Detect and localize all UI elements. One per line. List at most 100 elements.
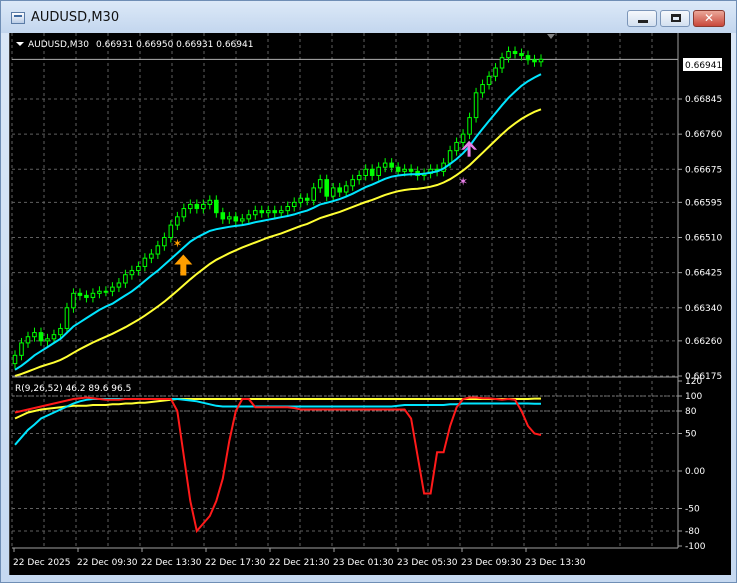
- price-tick-label: 0.66340: [685, 304, 722, 314]
- candle-body-bull: [181, 208, 187, 218]
- candle-body-bear: [389, 162, 394, 168]
- candle-body-bear: [194, 203, 200, 210]
- candle-body-bull: [149, 253, 154, 259]
- title-bar[interactable]: AUDUSD,M30 ✕: [1, 1, 736, 33]
- candle-body-bear: [408, 168, 414, 172]
- candle-body-bull: [317, 179, 323, 189]
- candle-body-bull: [402, 168, 407, 172]
- candle-body-bull: [239, 218, 245, 222]
- candle-body-bear: [259, 210, 265, 214]
- signal-star-marker: ✶: [458, 175, 468, 189]
- candle-body-bear: [395, 166, 401, 172]
- osc-tick-label: 50: [685, 430, 697, 440]
- candle-body-bull: [447, 150, 453, 164]
- close-icon: ✕: [704, 11, 715, 25]
- candle-body-bull: [454, 141, 459, 152]
- osc-tick-label: -100: [685, 542, 706, 552]
- osc-tick-label: 80: [685, 407, 697, 417]
- candle-body-bull: [506, 50, 511, 59]
- candle-body-bear: [304, 197, 310, 201]
- candle-body-bull: [499, 57, 505, 69]
- candle-body-bull: [350, 179, 355, 187]
- candle-body-bull: [32, 332, 37, 338]
- candle-body-bear: [214, 199, 219, 214]
- candle-body-bear: [84, 294, 89, 298]
- candle-body-bull: [363, 168, 368, 176]
- maximize-button[interactable]: [660, 10, 690, 27]
- buy-arrow-stem: [467, 144, 471, 157]
- price-pane[interactable]: ✶✶: [12, 46, 678, 377]
- candle-body-bull: [155, 245, 161, 255]
- time-tick-label: 23 Dec 09:30: [461, 558, 522, 568]
- candle-body-bull: [116, 282, 122, 288]
- candle-body-bear: [525, 55, 531, 61]
- indicator-label: R(9,26,52) 46.2 89.6 96.5: [15, 384, 131, 394]
- price-tick-label: 0.66595: [685, 198, 722, 208]
- oscillator-pane[interactable]: [14, 396, 542, 534]
- close-button[interactable]: ✕: [693, 10, 725, 27]
- chart-area[interactable]: ✶ ✶ 0.66845 0.66760 0.66675 0.66595 0.66510 0.…: [9, 33, 731, 575]
- buy-arrow-icon: [174, 254, 193, 276]
- candle-body-bear: [512, 50, 518, 55]
- time-tick-label: 23 Dec 01:30: [333, 558, 394, 568]
- candle-body-bull: [265, 210, 271, 214]
- candle-body-bull: [162, 237, 167, 247]
- candle-body-bear: [272, 210, 278, 214]
- candle-body-bull: [58, 327, 63, 336]
- candle-body-bull: [298, 197, 304, 203]
- osc-tick-label: -80: [685, 527, 700, 537]
- candle-body-bull: [486, 75, 492, 86]
- candle-body-bull: [64, 307, 70, 329]
- candle-body-bull: [103, 290, 109, 293]
- price-tick-label: 0.66760: [685, 130, 722, 140]
- osc-tick-label: 0.00: [685, 467, 705, 477]
- candle-body-bull: [97, 290, 102, 294]
- candle-body-bull: [207, 199, 213, 205]
- chart-window-icon: [11, 12, 25, 24]
- price-tick-label: 0.66510: [685, 234, 722, 244]
- osc-tick-label: -50: [685, 505, 700, 515]
- fast-ma-line: [14, 73, 542, 371]
- candle-body-bull: [142, 257, 148, 267]
- candle-body-bull: [168, 224, 174, 239]
- window-title: AUDUSD,M30: [31, 10, 120, 25]
- price-tick-label: 0.66845: [685, 95, 722, 105]
- candle-body-bull: [278, 210, 284, 214]
- chart-shift-marker-icon[interactable]: [547, 34, 555, 39]
- candle-body-bull: [460, 133, 466, 143]
- candle-body-bear: [337, 187, 342, 193]
- time-tick-label: 22 Dec 13:30: [141, 558, 202, 568]
- symbol-label: AUDUSD,M30: [28, 40, 89, 50]
- candle-body-bull: [252, 210, 258, 216]
- candle-body-bull: [330, 187, 336, 197]
- price-tick-label: 0.66260: [685, 337, 722, 347]
- candle-body-bull: [343, 185, 349, 193]
- candle-body-bull: [12, 354, 18, 365]
- candle-body-bull: [71, 292, 76, 309]
- osc-tick-label: 120: [685, 377, 702, 387]
- chart-canvas[interactable]: ✶✶ 0.668450.667600.666750.665950.665100.…: [10, 33, 731, 575]
- ohlc-readout: 0.66931 0.66950 0.66931 0.66941: [96, 40, 253, 50]
- candle-body-bull: [188, 203, 193, 210]
- candle-body-bull: [110, 286, 115, 292]
- candle-body-bull: [467, 117, 472, 135]
- candle-body-bull: [90, 292, 96, 298]
- candle-body-bull: [493, 67, 498, 77]
- current-price-label: 0.66941: [685, 61, 722, 71]
- candle-body-bull: [123, 274, 128, 284]
- chart-menu-triangle-icon[interactable]: [16, 42, 24, 46]
- signal-star-marker: ✶: [172, 237, 182, 251]
- minimize-button[interactable]: [627, 10, 657, 27]
- candle-body-bull: [480, 84, 485, 94]
- chart-window: AUDUSD,M30 ✕ ✶ ✶ 0.66845 0.66760 0.66675 0.6…: [0, 0, 737, 583]
- price-tick-label: 0.66425: [685, 269, 722, 279]
- candle-body-bull: [291, 201, 297, 208]
- minimize-icon: [638, 20, 648, 23]
- time-tick-label: 22 Dec 17:30: [205, 558, 266, 568]
- time-tick-label: 22 Dec 21:30: [269, 558, 330, 568]
- candle-body-bear: [220, 212, 226, 220]
- osc-red-line: [14, 396, 542, 534]
- candle-body-bull: [175, 216, 180, 226]
- candle-body-bull: [285, 206, 291, 212]
- candle-body-bull: [538, 58, 544, 63]
